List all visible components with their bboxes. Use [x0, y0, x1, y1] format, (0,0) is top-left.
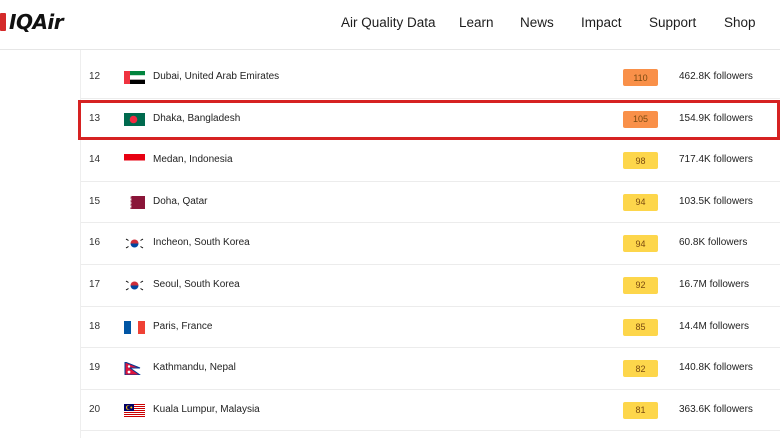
aqi-badge: 98	[623, 152, 658, 170]
nav-news[interactable]: News	[520, 15, 554, 30]
malaysia-flag-icon	[124, 403, 145, 417]
south-korea-flag-icon	[124, 237, 145, 251]
followers-count: 60.8K followers	[679, 237, 748, 249]
table-row[interactable]: 18 Paris, France 85 14.4M followers	[81, 307, 780, 349]
city-name[interactable]: Kathmandu, Nepal	[153, 362, 236, 373]
aqi-badge: 82	[623, 360, 658, 378]
indonesia-flag-icon	[124, 154, 145, 168]
followers-count: 140.8K followers	[679, 362, 753, 374]
nav-air-quality-data[interactable]: Air Quality Data	[341, 15, 436, 30]
followers-count: 363.6K followers	[679, 403, 753, 415]
table-row[interactable]: 17 Seoul, South Korea 92 16.7M followers	[81, 265, 780, 307]
nav-impact[interactable]: Impact	[581, 15, 622, 30]
aqi-badge: 94	[623, 193, 658, 211]
qatar-flag-icon	[124, 195, 145, 209]
nav-shop[interactable]: Shop	[724, 15, 756, 30]
aqi-badge: 110	[623, 69, 658, 86]
city-name[interactable]: Kuala Lumpur, Malaysia	[153, 404, 260, 415]
south-korea-flag-icon	[124, 278, 145, 292]
rank: 15	[89, 195, 101, 207]
aqi-badge: 105	[623, 110, 658, 128]
table-row[interactable]: 12 Dubai, United Arab Emirates 110 462.8…	[81, 57, 780, 99]
followers-count: 717.4K followers	[679, 154, 753, 166]
city-name[interactable]: Doha, Qatar	[153, 196, 207, 207]
uae-flag-icon	[124, 71, 145, 84]
rank: 20	[89, 403, 101, 415]
rank: 18	[89, 320, 101, 332]
followers-count: 16.7M followers	[679, 278, 750, 290]
rank: 12	[89, 71, 101, 82]
nepal-flag-icon	[124, 362, 145, 376]
table-row[interactable]: 16 Incheon, South Korea 94 60.8K followe…	[81, 223, 780, 265]
aqi-badge: 81	[623, 401, 658, 419]
aqi-badge: 85	[623, 318, 658, 336]
city-name[interactable]: Seoul, South Korea	[153, 279, 240, 290]
city-name[interactable]: Incheon, South Korea	[153, 237, 250, 248]
followers-count: 462.8K followers	[679, 71, 753, 82]
rank: 17	[89, 278, 101, 290]
city-name[interactable]: Dhaka, Bangladesh	[153, 113, 240, 124]
table-row[interactable]: 19 Kathmandu, Nepal 82 140.8K followers	[81, 348, 780, 390]
main-nav: Air Quality Data Learn News Impact Suppo…	[0, 15, 780, 35]
table-row[interactable]: 20 Kuala Lumpur, Malaysia 81 363.6K foll…	[81, 390, 780, 432]
bangladesh-flag-icon	[124, 112, 145, 126]
nav-learn[interactable]: Learn	[459, 15, 494, 30]
rank: 19	[89, 362, 101, 374]
rank: 16	[89, 237, 101, 249]
followers-count: 103.5K followers	[679, 195, 753, 207]
table-row[interactable]: 15 Doha, Qatar 94 103.5K followers	[81, 182, 780, 224]
followers-count: 14.4M followers	[679, 320, 750, 332]
france-flag-icon	[124, 320, 145, 334]
table-row[interactable]: 14 Medan, Indonesia 98 717.4K followers	[81, 140, 780, 182]
rank: 13	[89, 112, 101, 124]
city-ranking-list: 12 Dubai, United Arab Emirates 110 462.8…	[81, 57, 780, 432]
city-name[interactable]: Medan, Indonesia	[153, 154, 233, 165]
table-row[interactable]: 13 Dhaka, Bangladesh 105 154.9K follower…	[81, 99, 780, 141]
followers-count: 154.9K followers	[679, 112, 753, 124]
aqi-badge: 92	[623, 276, 658, 294]
rank: 14	[89, 154, 101, 166]
nav-support[interactable]: Support	[649, 15, 696, 30]
city-name[interactable]: Dubai, United Arab Emirates	[153, 71, 279, 82]
city-name[interactable]: Paris, France	[153, 321, 212, 332]
site-header: IQAir Air Quality Data Learn News Impact…	[0, 0, 780, 50]
aqi-badge: 94	[623, 235, 658, 253]
